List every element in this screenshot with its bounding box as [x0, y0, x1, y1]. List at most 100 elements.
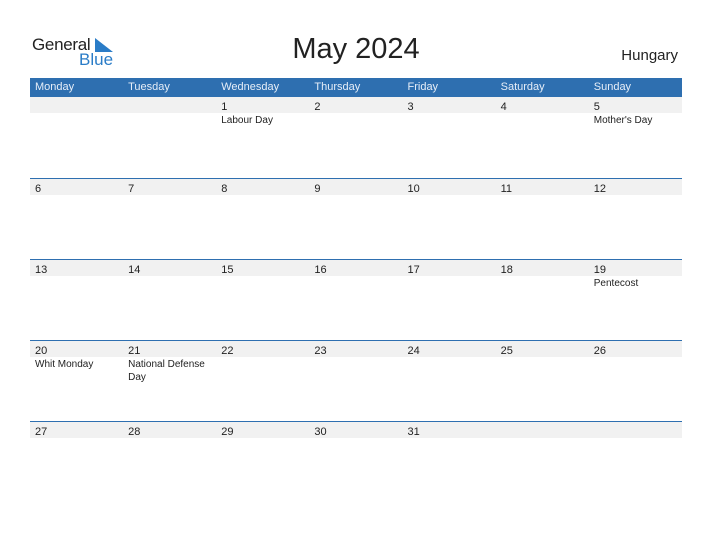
day-cell[interactable]: 7	[123, 179, 216, 195]
week-row: 20 21 22 23 24 25 26 Whit Monday National Defens…	[30, 340, 682, 421]
holiday-label: Pentecost	[593, 278, 639, 289]
day-cell[interactable]	[123, 97, 216, 113]
holiday-label	[309, 195, 402, 196]
holiday-label	[403, 357, 496, 384]
weekday-header: Monday Tuesday Wednesday Thursday Friday…	[30, 78, 682, 97]
day-cell[interactable]: 18	[496, 260, 589, 276]
day-cell[interactable]: 26	[589, 341, 682, 357]
holiday-label	[589, 357, 682, 384]
holiday-label	[496, 276, 589, 290]
holiday-label: Labour Day	[221, 115, 273, 126]
day-number: 4	[500, 101, 507, 113]
day-cell[interactable]: 31	[403, 422, 496, 438]
day-cell[interactable]: 28	[123, 422, 216, 438]
day-cell[interactable]: 12	[589, 179, 682, 195]
holiday-label	[123, 195, 216, 196]
date-strip: 6 7 8 9 10 11 12	[30, 178, 682, 195]
day-cell[interactable]: 25	[496, 341, 589, 357]
holiday-label	[403, 195, 496, 196]
day-cell[interactable]: 16	[309, 260, 402, 276]
events-row: Pentecost	[30, 276, 682, 290]
weekday-wednesday: Wednesday	[221, 81, 280, 93]
holiday-label	[309, 113, 402, 127]
day-cell[interactable]: 19	[589, 260, 682, 276]
weekday-friday: Friday	[407, 81, 439, 93]
events-row	[30, 195, 682, 196]
day-number: 17	[407, 264, 420, 276]
holiday-label	[403, 113, 496, 127]
holiday-label	[123, 438, 216, 439]
day-cell[interactable]	[589, 422, 682, 438]
day-number: 3	[407, 101, 414, 113]
day-cell[interactable]: 24	[403, 341, 496, 357]
holiday-label: National Defense Day	[128, 359, 205, 383]
holiday-label	[403, 276, 496, 290]
day-number: 8	[221, 183, 228, 195]
holiday-label	[589, 195, 682, 196]
day-cell[interactable]: 8	[216, 179, 309, 195]
day-number: 2	[314, 101, 321, 113]
date-strip: 20 21 22 23 24 25 26	[30, 340, 682, 357]
day-cell[interactable]: 1	[216, 97, 309, 113]
holiday-label	[30, 195, 123, 196]
day-cell[interactable]: 17	[403, 260, 496, 276]
holiday-label	[216, 195, 309, 196]
day-number: 14	[128, 264, 141, 276]
day-cell[interactable]: 3	[403, 97, 496, 113]
day-cell[interactable]: 9	[309, 179, 402, 195]
day-number: 11	[500, 183, 513, 195]
day-number: 12	[593, 183, 606, 195]
day-number: 15	[221, 264, 234, 276]
weekday-monday: Monday	[35, 81, 75, 93]
day-cell[interactable]	[30, 97, 123, 113]
weekday-sunday: Sunday	[593, 81, 632, 93]
day-cell[interactable]: 20	[30, 341, 123, 357]
day-cell[interactable]: 15	[216, 260, 309, 276]
holiday-label	[216, 276, 309, 290]
day-number: 10	[407, 183, 420, 195]
day-cell[interactable]	[496, 422, 589, 438]
day-cell[interactable]: 21	[123, 341, 216, 357]
day-number: 19	[593, 264, 606, 276]
day-cell[interactable]: 22	[216, 341, 309, 357]
day-number: 29	[221, 426, 234, 438]
day-cell[interactable]: 10	[403, 179, 496, 195]
date-strip: 13 14 15 16 17 18 19	[30, 259, 682, 276]
holiday-label	[309, 276, 402, 290]
holiday-label	[403, 438, 496, 439]
day-cell[interactable]: 6	[30, 179, 123, 195]
day-number: 13	[35, 264, 48, 276]
day-cell[interactable]: 2	[309, 97, 402, 113]
day-number: 6	[35, 183, 42, 195]
country-label: Hungary	[621, 47, 678, 64]
day-cell[interactable]: 27	[30, 422, 123, 438]
day-number: 18	[500, 264, 513, 276]
day-cell[interactable]: 14	[123, 260, 216, 276]
day-cell[interactable]: 11	[496, 179, 589, 195]
day-number: 22	[221, 345, 234, 357]
day-cell[interactable]: 5	[589, 97, 682, 113]
events-row: Whit Monday National Defense Day	[30, 357, 682, 384]
holiday-label	[589, 438, 682, 439]
day-number: 25	[500, 345, 513, 357]
events-row	[30, 438, 682, 439]
weekday-saturday: Saturday	[500, 81, 545, 93]
weekday-thursday: Thursday	[314, 81, 361, 93]
day-number: 30	[314, 426, 327, 438]
day-number: 24	[407, 345, 420, 357]
calendar-title: May 2024	[292, 33, 420, 65]
holiday-label	[123, 113, 216, 127]
day-number: 9	[314, 183, 321, 195]
day-cell[interactable]: 30	[309, 422, 402, 438]
day-number: 1	[221, 101, 228, 113]
holiday-label	[30, 438, 123, 439]
holiday-label	[309, 438, 402, 439]
day-cell[interactable]: 13	[30, 260, 123, 276]
day-cell[interactable]: 4	[496, 97, 589, 113]
day-cell[interactable]: 29	[216, 422, 309, 438]
events-row: Labour Day Mother's Day	[30, 113, 682, 127]
day-cell[interactable]: 23	[309, 341, 402, 357]
day-number: 27	[35, 426, 48, 438]
day-number: 16	[314, 264, 327, 276]
calendar-grid: Monday Tuesday Wednesday Thursday Friday…	[30, 78, 682, 502]
